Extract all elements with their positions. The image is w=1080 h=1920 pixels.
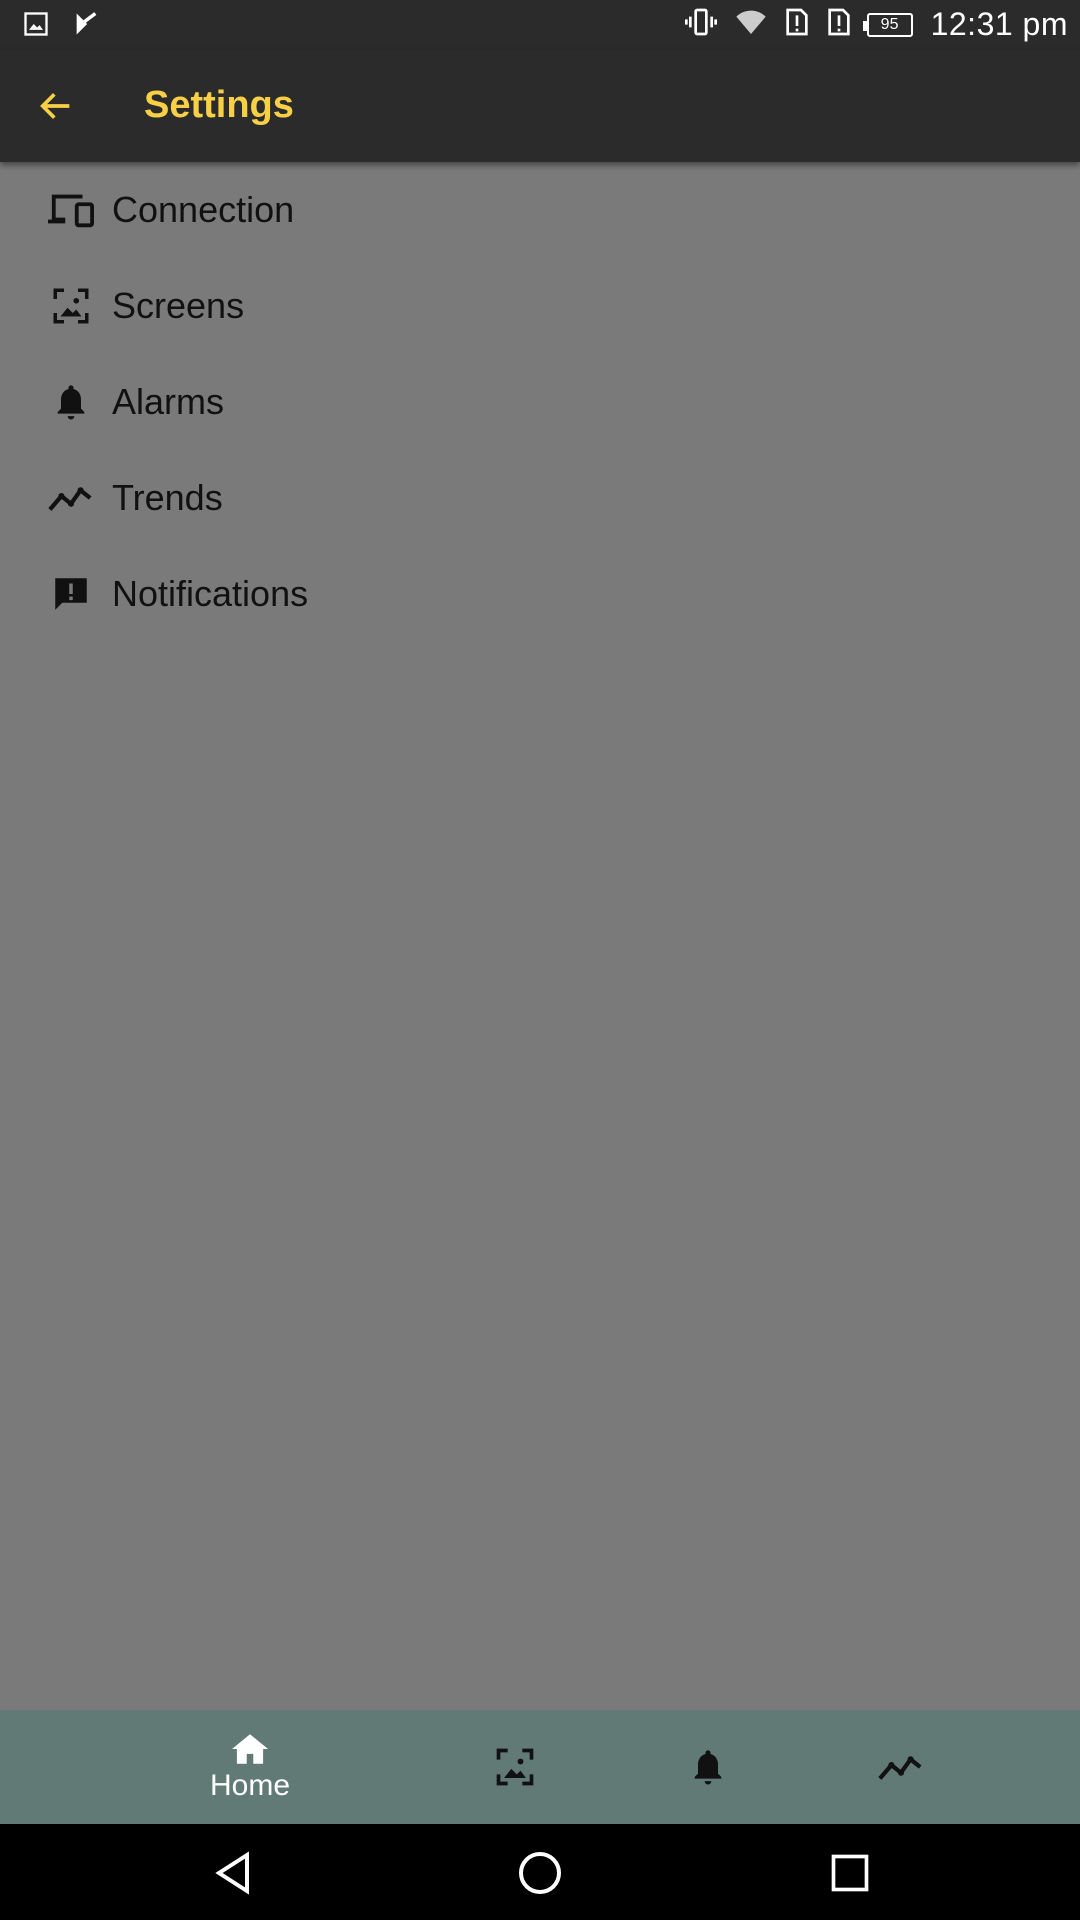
trend-line-icon <box>878 1756 922 1780</box>
menu-item-notifications[interactable]: Notifications <box>0 546 1080 642</box>
menu-item-screens[interactable]: Screens <box>0 258 1080 354</box>
settings-menu: Connection Screens Alarms Trends Notific… <box>0 162 1080 642</box>
devices-icon <box>48 187 94 233</box>
menu-item-connection[interactable]: Connection <box>0 162 1080 258</box>
nav-alarms[interactable] <box>678 1710 738 1824</box>
back-triangle-icon <box>215 1851 249 1895</box>
bell-icon <box>48 379 94 425</box>
nav-home-label: Home <box>209 1769 291 1802</box>
home-circle-icon <box>519 1852 561 1894</box>
screens-icon <box>48 283 94 329</box>
sim-alert-icon <box>783 6 811 43</box>
system-recents-button[interactable] <box>825 1848 875 1898</box>
arrow-back-icon <box>40 93 70 119</box>
menu-item-label: Screens <box>112 285 245 326</box>
sim-alert-icon <box>825 6 853 43</box>
menu-item-trends[interactable]: Trends <box>0 450 1080 546</box>
system-home-button[interactable] <box>515 1848 565 1898</box>
feedback-icon <box>48 571 94 617</box>
nav-trends[interactable] <box>871 1710 931 1824</box>
back-button[interactable] <box>28 78 84 134</box>
menu-item-label: Notifications <box>112 573 309 614</box>
system-back-button[interactable] <box>208 1848 258 1898</box>
nav-home[interactable]: Home <box>190 1710 310 1824</box>
wifi-icon <box>733 6 769 43</box>
system-navigation-bar <box>0 1824 1080 1920</box>
play-store-icon <box>72 10 100 43</box>
page-title: Settings <box>144 84 294 126</box>
bottom-navigation: Home <box>0 1710 1080 1824</box>
trend-line-icon <box>48 475 94 521</box>
vibrate-icon <box>683 6 719 43</box>
menu-item-label: Alarms <box>112 381 225 422</box>
nav-screens[interactable] <box>485 1710 545 1824</box>
battery-icon: 95 <box>862 12 913 37</box>
bell-icon <box>694 1750 722 1785</box>
recents-square-icon <box>831 1854 869 1892</box>
menu-item-alarms[interactable]: Alarms <box>0 354 1080 450</box>
app-toolbar: Settings <box>0 50 1080 162</box>
status-bar: 95 12:31 pm <box>0 0 1080 50</box>
menu-item-label: Trends <box>112 477 223 518</box>
status-time: 12:31 pm <box>930 6 1068 42</box>
screens-icon <box>496 1748 534 1786</box>
image-notification-icon <box>22 10 50 43</box>
home-icon <box>232 1734 268 1764</box>
menu-item-label: Connection <box>112 189 295 230</box>
